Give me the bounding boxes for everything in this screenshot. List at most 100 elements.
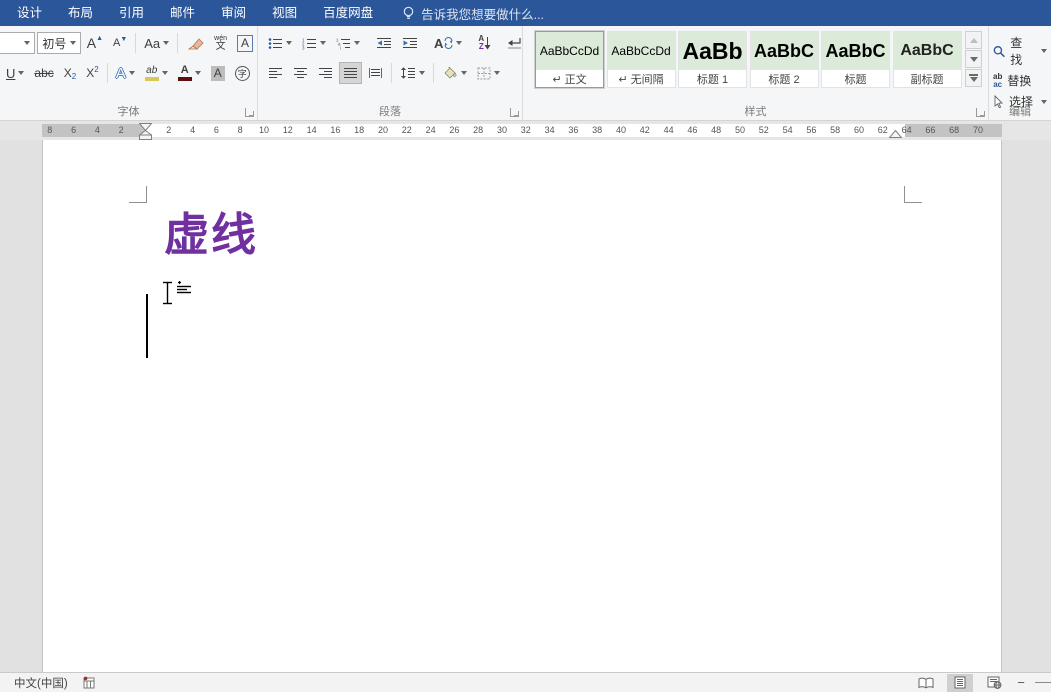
style-card[interactable]: AaBb标题 1 <box>678 31 747 88</box>
zoom-slider[interactable] <box>1035 682 1051 683</box>
ruler-number: 48 <box>711 125 721 135</box>
align-left-button[interactable] <box>264 62 287 84</box>
numbering-button[interactable]: 123 <box>298 32 330 54</box>
ribbon-tab[interactable]: 布局 <box>55 0 106 26</box>
ruler-number: 22 <box>402 125 412 135</box>
ruler-number: 50 <box>735 125 745 135</box>
style-card[interactable]: AaBbCcDd↵ 无间隔 <box>607 31 676 88</box>
align-right-icon <box>318 67 333 79</box>
align-center-button[interactable] <box>289 62 312 84</box>
ruler-number: 36 <box>568 125 578 135</box>
styles-more-button[interactable] <box>965 69 982 87</box>
ribbon-tab[interactable]: 百度网盘 <box>310 0 386 26</box>
change-case-button[interactable]: Aa <box>140 32 173 54</box>
ribbon-tab[interactable]: 视图 <box>259 0 310 26</box>
document-area[interactable]: 虚线 <box>0 140 1051 672</box>
font-color-swatch <box>178 77 192 81</box>
page[interactable]: 虚线 <box>42 140 1002 672</box>
decrease-indent-button[interactable] <box>372 32 396 54</box>
web-layout-button[interactable] <box>981 674 1007 692</box>
style-card[interactable]: AaBbC副标题 <box>893 31 962 88</box>
numbered-list-icon: 123 <box>302 37 317 50</box>
asian-layout-button[interactable]: A <box>430 32 466 54</box>
ruler-number: 10 <box>259 125 269 135</box>
replace-button[interactable]: ab ac 替换 <box>989 70 1051 91</box>
ribbon-tab[interactable]: 邮件 <box>157 0 208 26</box>
multilevel-list-button[interactable]: 1ai <box>332 32 364 54</box>
tell-me-box[interactable]: 告诉我您想要做什么... <box>402 4 544 23</box>
separator <box>107 63 108 83</box>
separator <box>177 33 178 53</box>
paragraph-dialog-launcher-icon[interactable] <box>510 108 519 117</box>
hanging-indent-marker[interactable] <box>139 130 152 140</box>
text-caret <box>146 294 148 358</box>
chevron-down-icon <box>129 71 135 75</box>
superscript-button[interactable]: X 2 <box>82 62 102 84</box>
ruler-number: 68 <box>949 125 959 135</box>
ribbon-tab[interactable]: 设计 <box>4 0 55 26</box>
bullets-button[interactable] <box>264 32 296 54</box>
horizontal-ruler[interactable]: 8642246810121416182022242628303234363840… <box>0 121 1051 140</box>
macro-record-icon[interactable] <box>82 676 96 689</box>
style-card[interactable]: AaBbCcDd↵ 正文 <box>535 31 604 88</box>
chevron-down-icon <box>461 71 467 75</box>
ribbon-tabs: 设计布局引用邮件审阅视图百度网盘 <box>4 0 386 26</box>
ribbon-tab[interactable]: 审阅 <box>208 0 259 26</box>
clear-formatting-button[interactable] <box>182 32 208 54</box>
phonetic-guide-button[interactable]: wén 文 <box>210 32 231 54</box>
ruler-number: 26 <box>449 125 459 135</box>
grow-font-button[interactable]: A ▲ <box>83 32 107 54</box>
font-size-combo[interactable]: 初号 <box>37 32 80 54</box>
chevron-down-icon <box>354 41 360 45</box>
print-layout-button[interactable] <box>947 674 973 692</box>
style-name: ↵ 正文 <box>536 70 603 87</box>
ruler-number: 6 <box>71 125 76 135</box>
enclose-characters-button[interactable]: 字 <box>231 62 254 84</box>
right-indent-marker[interactable] <box>889 130 902 138</box>
ruler-number: 42 <box>640 125 650 135</box>
sort-button[interactable]: A Z <box>474 32 495 54</box>
ruler-number: 4 <box>95 125 100 135</box>
chevron-down-icon <box>70 41 76 45</box>
search-icon <box>993 45 1005 58</box>
styles-scroll-up-button[interactable] <box>965 31 982 49</box>
editing-group-label: 编辑 <box>989 103 1051 119</box>
shrink-font-button[interactable]: A ▼ <box>109 32 131 54</box>
align-right-button[interactable] <box>314 62 337 84</box>
highlight-color-button[interactable]: ab <box>141 62 172 84</box>
borders-button[interactable] <box>473 62 504 84</box>
find-button[interactable]: 查找 <box>989 32 1051 70</box>
chevron-down-icon <box>456 41 462 45</box>
font-dialog-launcher-icon[interactable] <box>245 108 254 117</box>
distribute-button[interactable] <box>364 62 387 84</box>
subscript-button[interactable]: X 2 <box>60 62 80 84</box>
read-mode-button[interactable] <box>913 674 939 692</box>
style-card[interactable]: AaBbC标题 2 <box>750 31 819 88</box>
shading-button[interactable] <box>438 62 471 84</box>
style-card[interactable]: AaBbC标题 <box>821 31 890 88</box>
strikethrough-button[interactable]: abc <box>30 62 57 84</box>
distribute-icon <box>368 67 383 79</box>
down-arrow-icon <box>970 57 978 62</box>
font-color-button[interactable]: A <box>174 62 205 84</box>
ribbon-tab[interactable]: 引用 <box>106 0 157 26</box>
underline-button[interactable]: U <box>2 62 28 84</box>
document-heading[interactable]: 虚线 <box>164 208 258 262</box>
justify-button[interactable] <box>339 62 362 84</box>
align-center-icon <box>293 67 308 79</box>
zoom-out-button[interactable]: − <box>1015 675 1027 690</box>
font-name-combo[interactable] <box>0 32 35 54</box>
character-shading-button[interactable]: A <box>207 62 229 84</box>
chevron-down-icon <box>162 71 168 75</box>
styles-scroll-down-button[interactable] <box>965 50 982 68</box>
decrease-indent-icon <box>376 37 392 49</box>
language-status[interactable]: 中文(中国) <box>14 675 68 691</box>
increase-indent-button[interactable] <box>398 32 422 54</box>
styles-dialog-launcher-icon[interactable] <box>976 108 985 117</box>
style-preview: AaBb <box>679 32 746 70</box>
character-border-button[interactable]: A <box>233 32 257 54</box>
line-spacing-icon <box>400 67 416 79</box>
line-spacing-button[interactable] <box>396 62 429 84</box>
ruler-number: 70 <box>973 125 983 135</box>
text-effects-button[interactable]: A <box>112 62 139 84</box>
